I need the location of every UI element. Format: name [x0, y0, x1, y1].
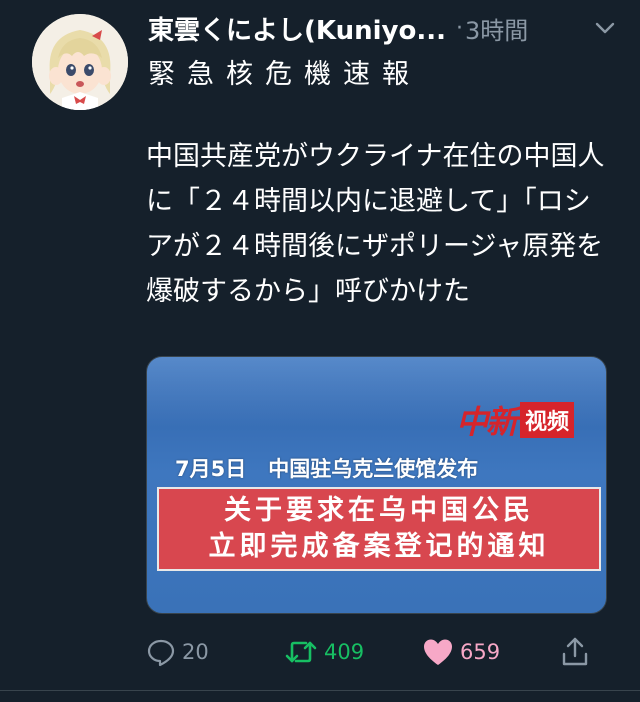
user-subtitle: 緊急核危機速報	[148, 59, 421, 90]
divider	[0, 690, 640, 691]
like-count: 659	[460, 640, 501, 664]
action-bar: 20 409 659	[146, 632, 596, 672]
banner-line-1: 关于要求在乌中国公民	[224, 495, 534, 526]
reply-button[interactable]: 20	[146, 632, 209, 672]
share-button[interactable]	[560, 632, 590, 672]
display-name[interactable]: 東雲くによし(Kuniyo...	[148, 10, 446, 47]
tweet[interactable]: 東雲くによし(Kuniyo... · 3時間 緊急核危機速報 中国共産党がウクラ…	[0, 0, 640, 702]
media-banner: 关于要求在乌中国公民 立即完成备案登记的通知	[157, 487, 601, 571]
separator-dot: ·	[455, 15, 463, 41]
reply-count: 20	[182, 640, 209, 664]
logo-badge: 视频	[519, 402, 574, 438]
banner-line-2: 立即完成备案登记的通知	[208, 531, 550, 562]
avatar-illustration	[32, 14, 128, 110]
avatar[interactable]	[32, 14, 128, 110]
media-dateline: 7月5日 中国驻乌克兰使馆发布	[175, 453, 478, 483]
tweet-text: 中国共産党がウクライナ在住の中国人に「２４時間以内に退避して」「ロシアが２４時間…	[146, 141, 605, 307]
timestamp[interactable]: 3時間	[465, 11, 528, 46]
heart-icon	[424, 639, 452, 665]
retweet-count: 409	[324, 640, 365, 664]
chevron-down-icon[interactable]	[592, 15, 618, 41]
news-logo: 中新 视频	[456, 397, 574, 443]
media-source: 中国驻乌克兰使馆发布	[268, 457, 479, 481]
share-icon	[562, 637, 588, 666]
media-thumbnail[interactable]: 中新 视频 7月5日 中国驻乌克兰使馆发布 关于要求在乌中国公民 立即完成备案登记…	[146, 356, 607, 614]
logo-text: 中新	[455, 403, 518, 441]
reply-icon	[147, 639, 175, 667]
retweet-icon	[285, 641, 317, 663]
media-date: 7月5日	[175, 457, 247, 481]
like-button[interactable]: 659	[422, 632, 500, 672]
tweet-header: 東雲くによし(Kuniyo... · 3時間	[148, 10, 618, 46]
retweet-button[interactable]: 409	[284, 632, 364, 672]
